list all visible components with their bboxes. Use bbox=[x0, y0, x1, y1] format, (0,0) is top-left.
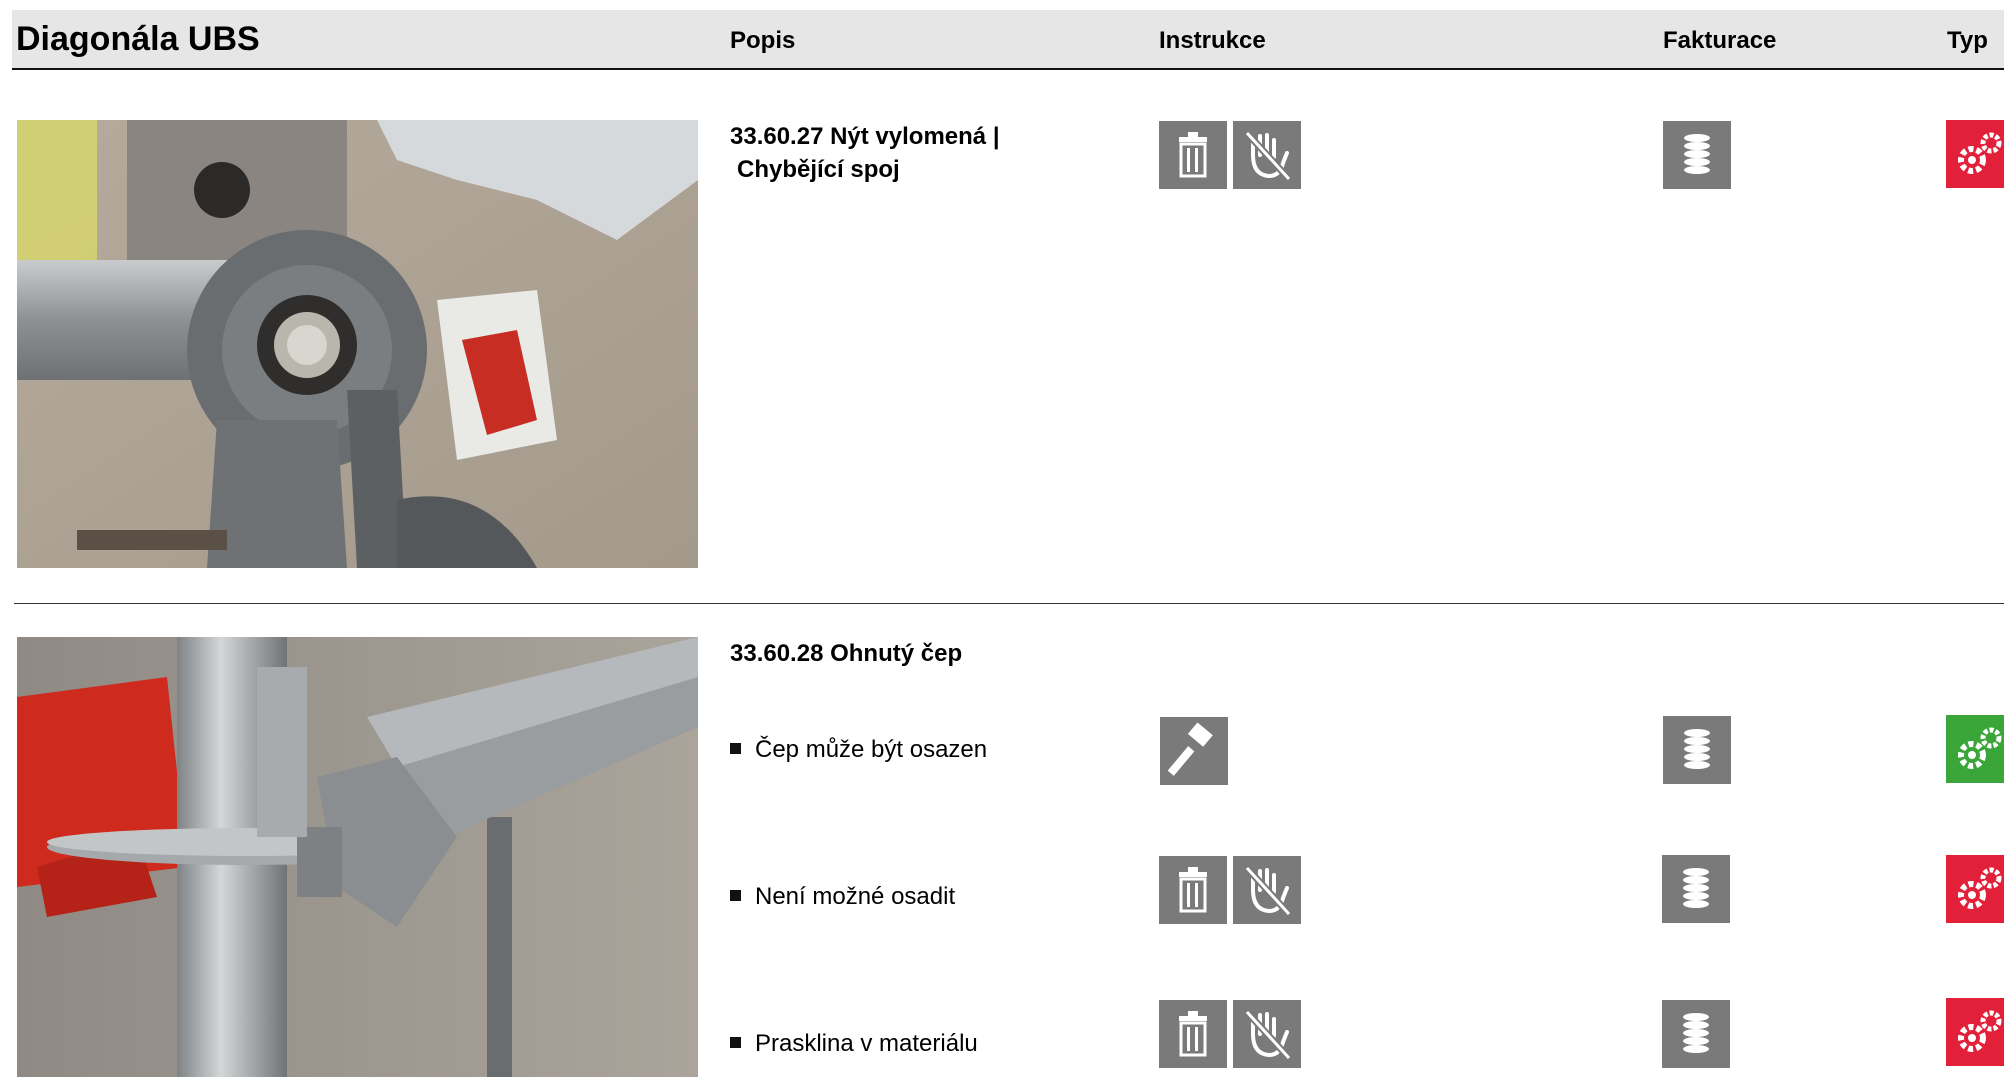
type-gears-icon-green bbox=[1946, 715, 2004, 783]
no-hand-icon[interactable] bbox=[1233, 856, 1301, 924]
coins-icon[interactable] bbox=[1662, 1000, 1730, 1068]
trash-icon[interactable] bbox=[1159, 1000, 1227, 1068]
trash-icon[interactable] bbox=[1159, 856, 1227, 924]
column-header-popis: Popis bbox=[730, 27, 796, 54]
hammer-icon[interactable] bbox=[1160, 717, 1228, 785]
no-hand-icon[interactable] bbox=[1233, 1000, 1301, 1068]
page-title: Diagonála UBS bbox=[16, 20, 260, 58]
list-item-text: Není možné osadit bbox=[755, 883, 956, 910]
item-code-title: 33.60.28 Ohnutý čep bbox=[730, 640, 963, 667]
item-code-title: 33.60.27 Nýt vylomená | bbox=[730, 123, 1000, 150]
no-hand-icon[interactable] bbox=[1233, 121, 1301, 189]
section-divider bbox=[14, 603, 2004, 604]
photo-broken-rivet bbox=[17, 120, 698, 568]
type-gears-icon-red bbox=[1946, 855, 2004, 923]
type-gears-icon-red bbox=[1946, 998, 2004, 1066]
coins-icon[interactable] bbox=[1663, 121, 1731, 189]
trash-icon[interactable] bbox=[1159, 121, 1227, 189]
photo-bent-pin bbox=[17, 637, 698, 1077]
column-header-instrukce: Instrukce bbox=[1159, 27, 1266, 54]
column-header-typ: Typ bbox=[1947, 27, 1988, 54]
list-item: Není možné osadit bbox=[730, 883, 955, 911]
bullet-square-icon bbox=[730, 743, 741, 755]
list-item-text: Čep může být osazen bbox=[755, 736, 988, 763]
list-item: Prasklina v materiálu bbox=[730, 1030, 978, 1058]
list-item: Čep může být osazen bbox=[730, 736, 987, 764]
bullet-square-icon bbox=[730, 1037, 741, 1049]
item-description-33-60-27: 33.60.27 Nýt vylomená | Chybějící spoj bbox=[730, 120, 1000, 186]
coins-icon[interactable] bbox=[1662, 855, 1730, 923]
item-code-subtitle: Chybějící spoj bbox=[737, 156, 900, 183]
type-gears-icon-red bbox=[1946, 120, 2004, 188]
list-item-text: Prasklina v materiálu bbox=[755, 1030, 978, 1057]
item-description-33-60-28: 33.60.28 Ohnutý čep bbox=[730, 637, 962, 670]
coins-icon[interactable] bbox=[1663, 716, 1731, 784]
column-header-fakturace: Fakturace bbox=[1663, 27, 1777, 54]
bullet-square-icon bbox=[730, 890, 741, 902]
table-header: Diagonála UBS Popis Instrukce Fakturace … bbox=[12, 10, 2004, 70]
